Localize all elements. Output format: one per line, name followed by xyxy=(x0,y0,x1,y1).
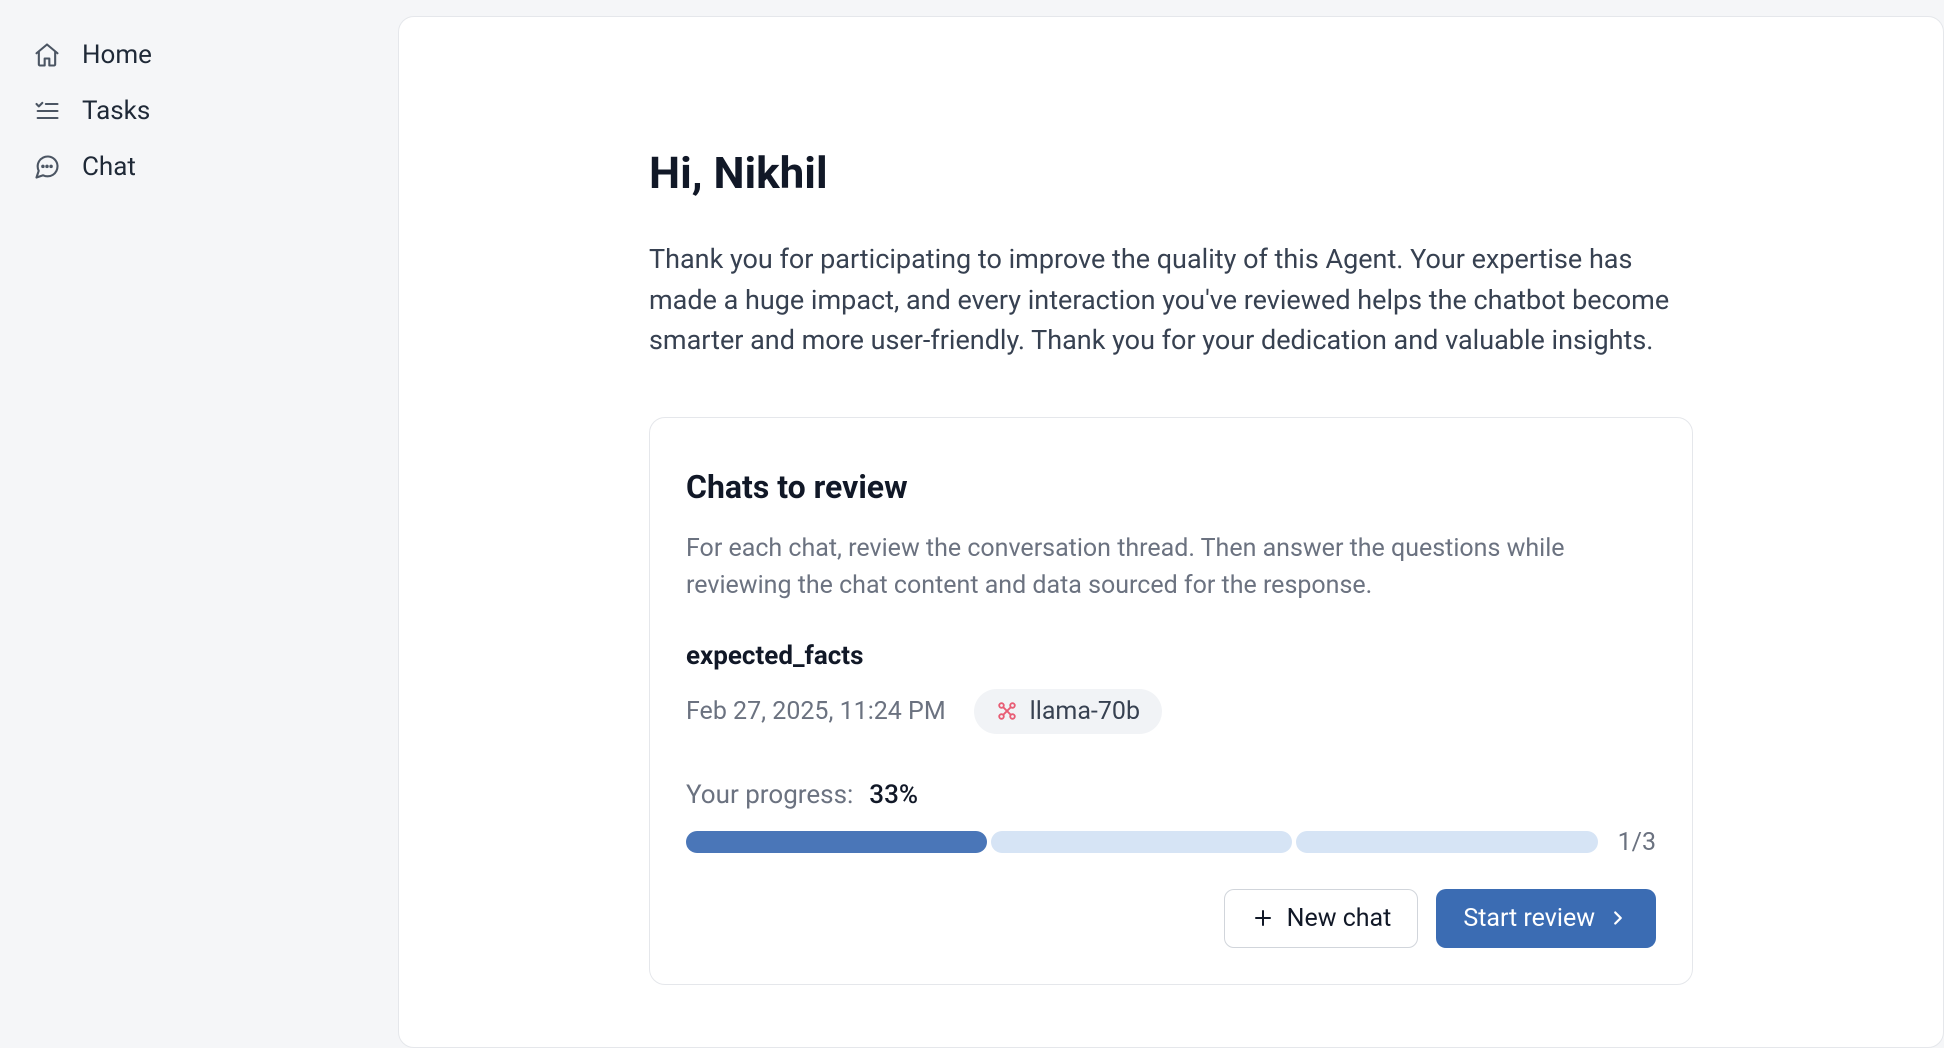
new-chat-label: New chat xyxy=(1287,904,1392,933)
main-panel: Hi, Nikhil Thank you for participating t… xyxy=(398,16,1944,1048)
progress-segment xyxy=(1296,831,1597,853)
sidebar-item-label: Chat xyxy=(82,152,136,182)
sidebar-item-label: Tasks xyxy=(82,96,150,126)
page-greeting: Hi, Nikhil xyxy=(649,147,1693,199)
sidebar-item-tasks[interactable]: Tasks xyxy=(24,86,374,136)
intro-paragraph: Thank you for participating to improve t… xyxy=(649,239,1693,361)
progress-text-row: Your progress: 33% xyxy=(686,780,1656,810)
model-label: llama-70b xyxy=(1030,697,1140,726)
chevron-right-icon xyxy=(1607,907,1629,929)
review-card: Chats to review For each chat, review th… xyxy=(649,417,1693,985)
home-icon xyxy=(32,40,62,70)
new-chat-button[interactable]: New chat xyxy=(1224,889,1419,948)
start-review-button[interactable]: Start review xyxy=(1436,889,1656,948)
card-title: Chats to review xyxy=(686,468,1656,506)
progress-percent: 33% xyxy=(869,780,918,810)
chat-icon xyxy=(32,152,62,182)
plus-icon xyxy=(1251,906,1275,930)
sidebar-item-label: Home xyxy=(82,40,152,70)
meta-row: Feb 27, 2025, 11:24 PM llama-70b xyxy=(686,689,1656,734)
progress-count: 1/3 xyxy=(1618,828,1656,857)
actions-row: New chat Start review xyxy=(686,889,1656,948)
progress-bar-row: 1/3 xyxy=(686,828,1656,857)
review-item-name: expected_facts xyxy=(686,641,1656,671)
timestamp: Feb 27, 2025, 11:24 PM xyxy=(686,697,946,726)
tasks-icon xyxy=(32,96,62,126)
progress-segment xyxy=(686,831,987,853)
progress-segment xyxy=(991,831,1292,853)
model-badge: llama-70b xyxy=(974,689,1162,734)
sidebar-item-chat[interactable]: Chat xyxy=(24,142,374,192)
model-icon xyxy=(996,700,1018,722)
card-subtitle: For each chat, review the conversation t… xyxy=(686,530,1656,605)
sidebar: Home Tasks Chat xyxy=(0,0,398,1048)
sidebar-item-home[interactable]: Home xyxy=(24,30,374,80)
start-review-label: Start review xyxy=(1463,904,1595,933)
progress-bar xyxy=(686,831,1598,853)
progress-label: Your progress: xyxy=(686,780,853,810)
